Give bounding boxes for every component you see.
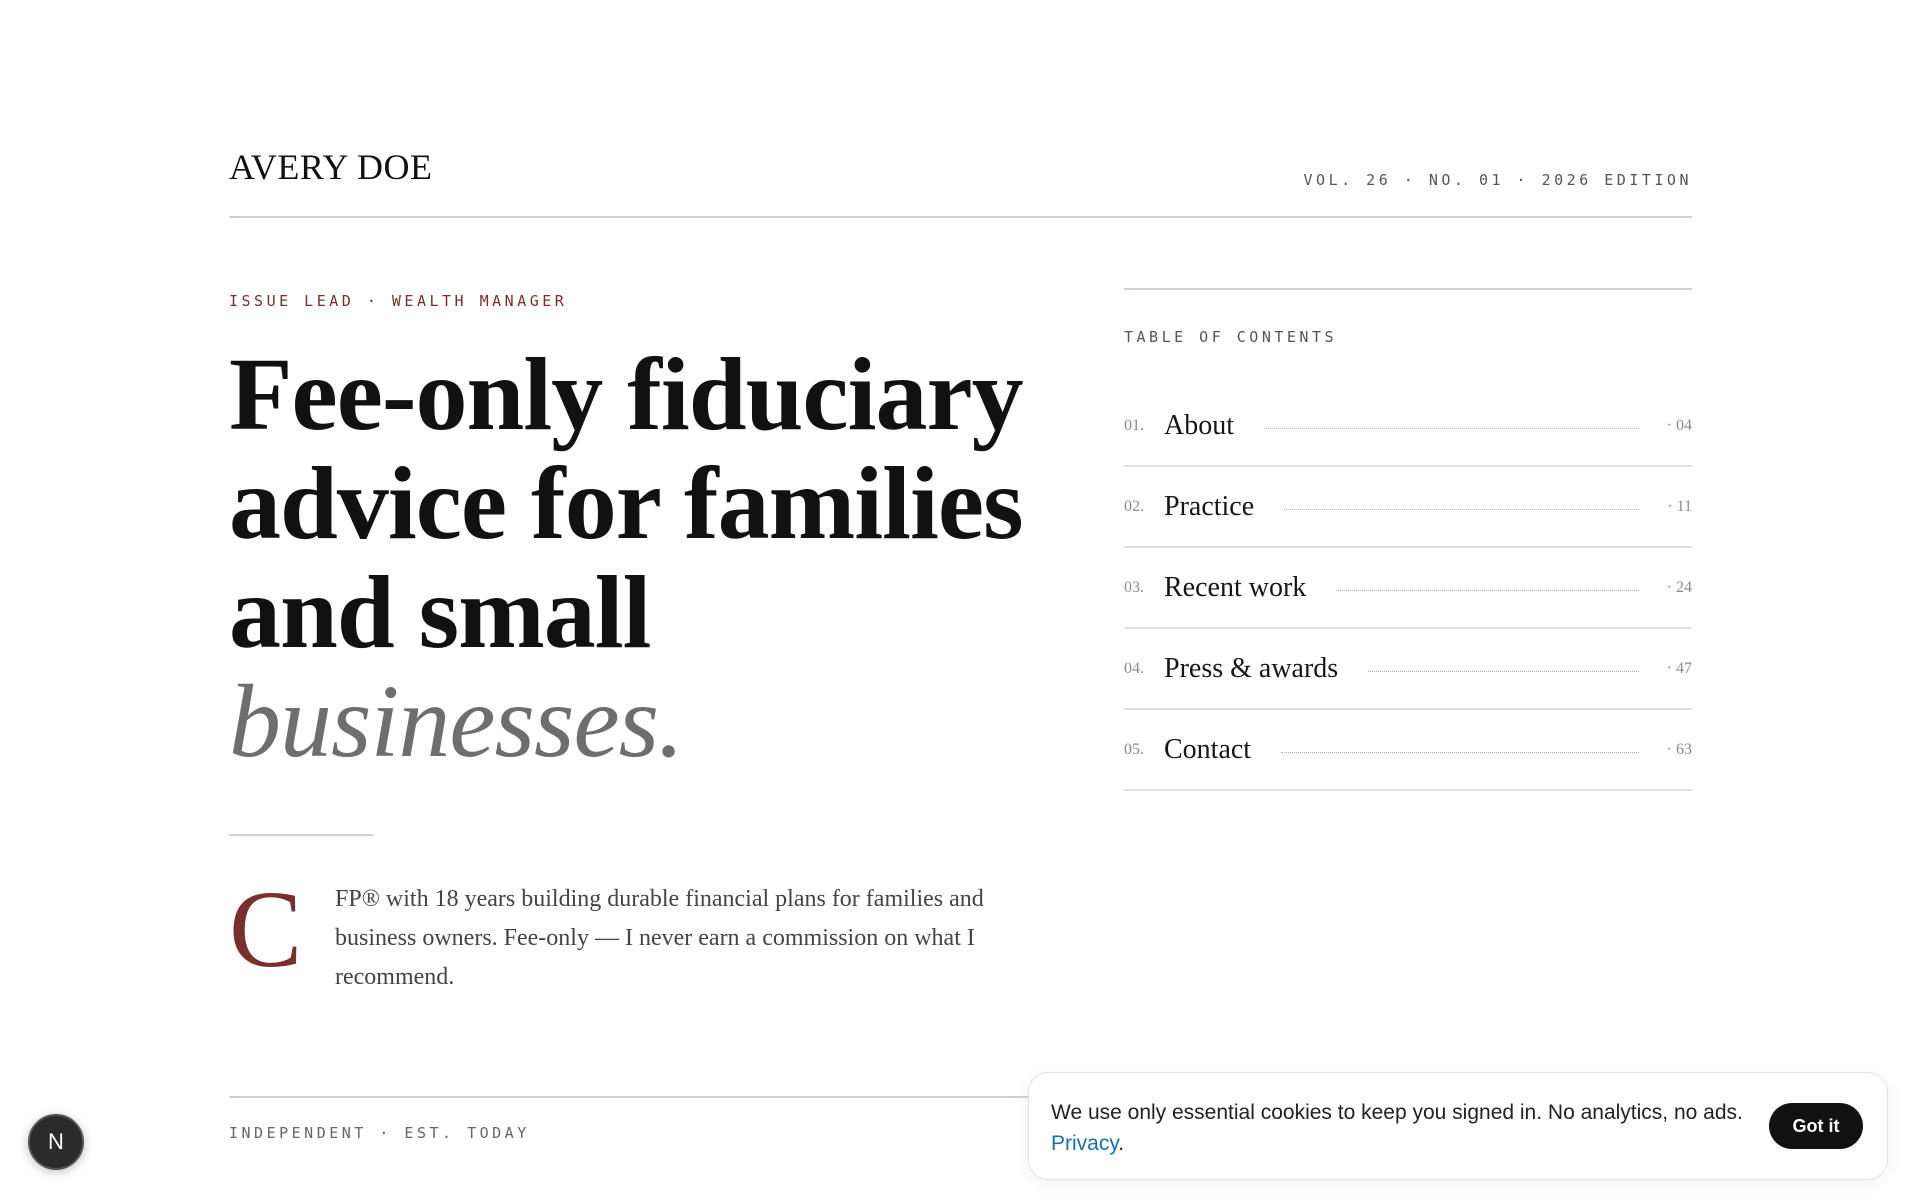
toc-item-recent-work[interactable]: 03. Recent work · 24 [1124,548,1692,629]
toc-item-title: About [1164,409,1234,441]
cookie-period: . [1118,1132,1125,1155]
toc-divider [1124,288,1692,290]
toc-item-number: 04. [1124,659,1144,677]
section-divider [229,834,373,836]
table-of-contents: TABLE OF CONTENTS 01. About · 04 02. Pra… [1124,288,1692,791]
toc-item-number: 03. [1124,578,1144,596]
toc-item-number: 01. [1124,416,1144,434]
headline-emphasis: businesses. [229,664,684,779]
toc-item-number: 05. [1124,740,1144,758]
nextjs-dev-badge[interactable]: N [28,1114,84,1170]
toc-label: TABLE OF CONTENTS [1124,328,1338,346]
header-divider [229,216,1692,218]
toc-item-about[interactable]: 01. About · 04 [1124,386,1692,467]
privacy-link[interactable]: Privacy [1051,1132,1118,1155]
toc-leader-dots [1336,590,1639,591]
toc-item-press-awards[interactable]: 04. Press & awards · 47 [1124,629,1692,710]
toc-item-page: · 11 [1667,497,1692,515]
headline-main: Fee-only fiduciary advice for families a… [229,337,1024,670]
badge-letter: N [48,1129,64,1154]
toc-leader-dots [1284,509,1640,510]
accept-cookies-button[interactable]: Got it [1769,1103,1863,1149]
edition-label: VOL. 26 · NO. 01 · 2026 EDITION [1303,171,1692,189]
toc-leader-dots [1368,671,1639,672]
toc-item-practice[interactable]: 02. Practice · 11 [1124,467,1692,548]
nextjs-icon: N [48,1129,64,1154]
page: AVERY DOE VOL. 26 · NO. 01 · 2026 EDITIO… [229,0,1692,1200]
intro-text: FP® with 18 years building durable finan… [335,886,984,990]
issue-kicker: ISSUE LEAD · WEALTH MANAGER [229,292,568,310]
cookie-message: We use only essential cookies to keep yo… [1051,1097,1751,1159]
hero-headline: Fee-only fiduciary advice for families a… [229,340,1029,776]
toc-item-contact[interactable]: 05. Contact · 63 [1124,710,1692,791]
cookie-banner: We use only essential cookies to keep yo… [1028,1072,1888,1180]
toc-item-title: Contact [1164,733,1252,765]
toc-leader-dots [1264,428,1639,429]
toc-item-page: · 63 [1666,740,1692,758]
footer-note: INDEPENDENT · EST. TODAY [229,1124,530,1142]
toc-item-page: · 04 [1666,416,1692,434]
toc-list: 01. About · 04 02. Practice · 11 03. Rec… [1124,386,1692,791]
toc-item-title: Recent work [1164,571,1307,603]
toc-item-page: · 24 [1666,578,1692,596]
toc-leader-dots [1281,752,1639,753]
toc-item-number: 02. [1124,497,1144,515]
brand-logo[interactable]: AVERY DOE [229,146,433,188]
drop-cap: C [229,868,303,990]
cookie-text: We use only essential cookies to keep yo… [1051,1101,1743,1124]
toc-item-page: · 47 [1666,659,1692,677]
toc-item-title: Practice [1164,490,1255,522]
toc-item-title: Press & awards [1164,652,1339,684]
